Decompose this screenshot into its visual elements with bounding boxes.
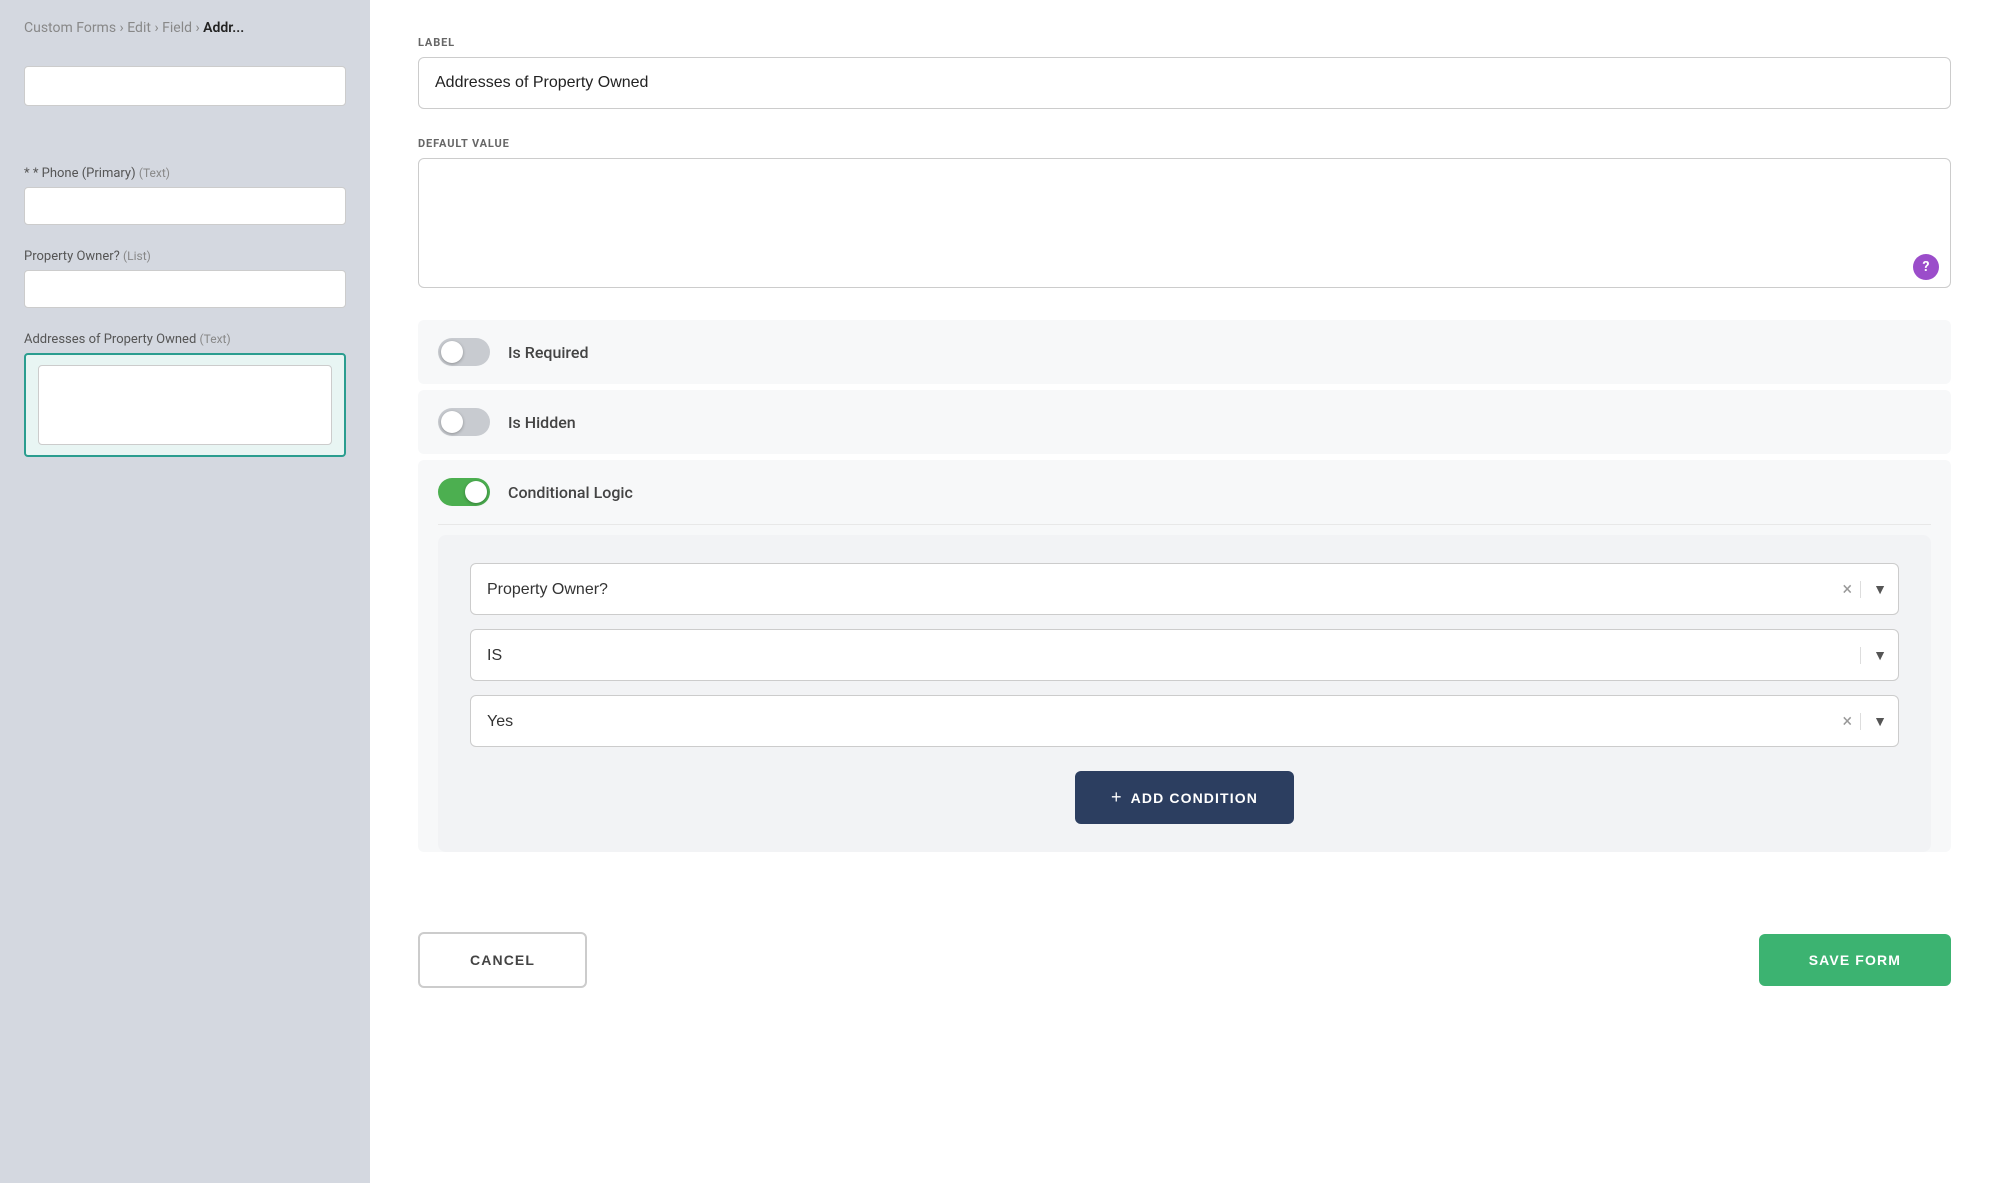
is-hidden-section: Is Hidden (418, 390, 1951, 454)
background-panel: Custom Forms › Edit › Field › Addr... * … (0, 0, 370, 1183)
breadcrumb: Custom Forms › Edit › Field › Addr... (24, 20, 346, 36)
label-field-group: LABEL (418, 36, 1951, 109)
add-condition-button[interactable]: + ADD CONDITION (1075, 771, 1294, 824)
value-selector-clear-icon[interactable]: × (1835, 711, 1861, 732)
is-hidden-toggle[interactable] (438, 408, 490, 436)
field-selector[interactable]: Property Owner? (470, 563, 1899, 615)
conditional-logic-toggle[interactable] (438, 478, 490, 506)
is-required-label: Is Required (508, 343, 589, 362)
default-value-label: DEFAULT VALUE (418, 137, 1951, 150)
field-selector-row: Property Owner? × ▼ (470, 563, 1899, 615)
is-required-section: Is Required (418, 320, 1951, 384)
default-value-wrapper: ? (418, 158, 1951, 292)
save-form-button[interactable]: SAVE FORM (1759, 934, 1951, 986)
label-field-label: LABEL (418, 36, 1951, 49)
conditional-logic-section: Conditional Logic Property Owner? × ▼ (418, 460, 1951, 852)
overlay-panel: LABEL DEFAULT VALUE ? Is Required Is Hid… (370, 0, 1999, 1183)
cancel-button[interactable]: CANCEL (418, 932, 587, 988)
conditional-logic-knob (465, 481, 487, 503)
operator-selector-wrapper: IS ▼ (470, 629, 1899, 681)
operator-selector[interactable]: IS (470, 629, 1899, 681)
is-hidden-label: Is Hidden (508, 413, 576, 432)
add-condition-label: ADD CONDITION (1131, 790, 1258, 806)
help-icon[interactable]: ? (1913, 254, 1939, 280)
default-value-textarea[interactable] (418, 158, 1951, 288)
is-required-row: Is Required (438, 320, 1931, 384)
operator-selector-row: IS ▼ (470, 629, 1899, 681)
is-hidden-row: Is Hidden (438, 390, 1931, 454)
is-required-knob (441, 341, 463, 363)
default-value-field-group: DEFAULT VALUE ? (418, 137, 1951, 292)
is-hidden-knob (441, 411, 463, 433)
is-required-toggle[interactable] (438, 338, 490, 366)
conditional-logic-row: Conditional Logic (438, 460, 1931, 525)
conditional-logic-content: Property Owner? × ▼ IS ▼ (438, 535, 1931, 852)
conditional-logic-label: Conditional Logic (508, 483, 633, 502)
value-selector[interactable]: Yes (470, 695, 1899, 747)
bg-property-owner-field: Property Owner? (List) (24, 249, 346, 308)
label-input[interactable] (418, 57, 1951, 109)
field-selector-wrapper: Property Owner? × ▼ (470, 563, 1899, 615)
bg-phone-field: * * Phone (Primary) (Text) (24, 166, 346, 225)
value-selector-row: Yes × ▼ (470, 695, 1899, 747)
bg-addresses-field: Addresses of Property Owned (Text) (24, 332, 346, 457)
value-selector-wrapper: Yes × ▼ (470, 695, 1899, 747)
footer-actions: CANCEL SAVE FORM (418, 912, 1951, 988)
field-selector-clear-icon[interactable]: × (1835, 579, 1861, 600)
plus-icon: + (1111, 787, 1123, 808)
